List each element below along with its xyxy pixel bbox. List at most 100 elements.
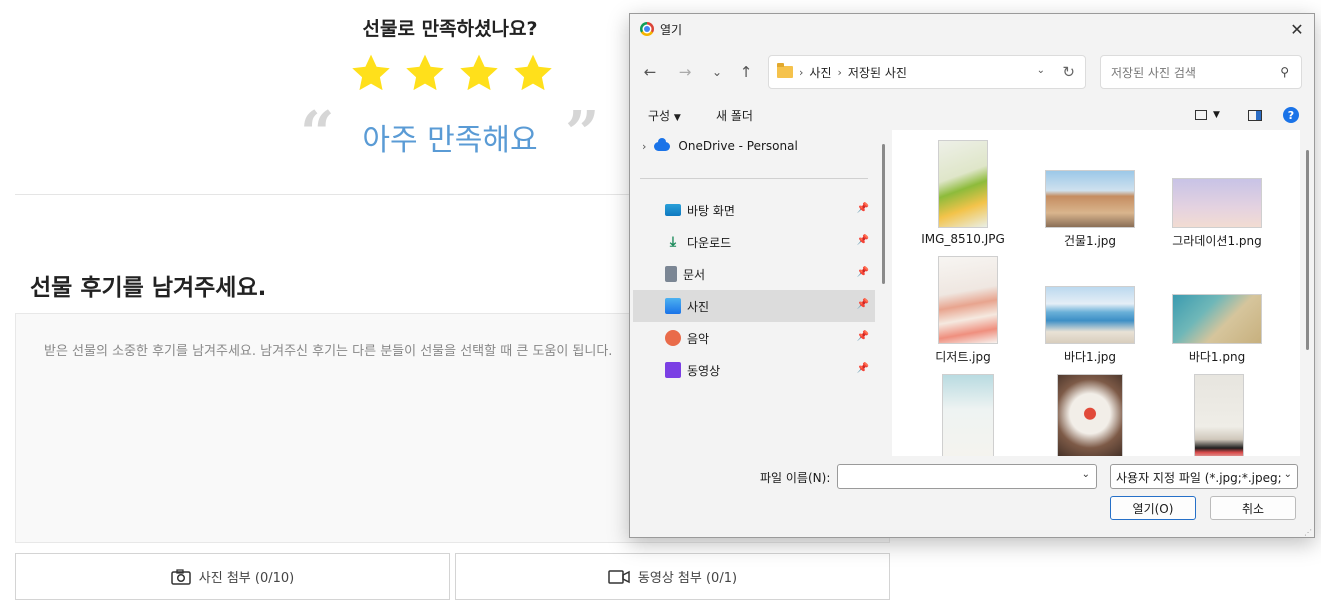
chevron-down-icon[interactable]: ⌄: [1082, 469, 1090, 480]
file-thumbnail: [1172, 178, 1262, 228]
view-options[interactable]: ▼: [1195, 107, 1220, 123]
sidebar-item-downloads[interactable]: ⤓ 다운로드 📌: [633, 226, 875, 258]
pin-icon[interactable]: 📌: [857, 267, 869, 278]
organize-label: 구성: [648, 109, 671, 123]
sidebar-item-music[interactable]: 음악 📌: [633, 322, 875, 354]
star-icon[interactable]: [458, 52, 500, 94]
download-icon: ⤓: [669, 234, 677, 250]
chevron-right-icon[interactable]: ›: [642, 140, 646, 153]
onedrive-label: OneDrive - Personal: [678, 139, 798, 153]
file-item[interactable]: [1154, 372, 1280, 456]
file-item[interactable]: [900, 372, 1026, 456]
sidebar-item-label: 바탕 화면: [687, 203, 735, 218]
file-item[interactable]: 바다1.jpg: [1027, 254, 1153, 374]
address-bar[interactable]: › 사진 › 저장된 사진 ⌄ ↻: [768, 55, 1086, 89]
view-icon: [1195, 110, 1207, 120]
filetype-value: 사용자 지정 파일 (*.jpg;*.jpeg;*: [1116, 471, 1288, 485]
file-thumbnail: [938, 140, 988, 228]
back-arrow-icon[interactable]: ←: [640, 62, 660, 82]
file-name: IMG_8510.JPG: [921, 232, 1005, 246]
search-placeholder: 저장된 사진 검색: [1111, 65, 1196, 80]
page: 선물로 만족하셨나요? “ 아주 만족해요 ” 선물 후기를 남겨주세요. 받은…: [0, 0, 1321, 606]
search-box[interactable]: 저장된 사진 검색 ⚲: [1100, 55, 1302, 89]
close-quote-icon: ”: [565, 99, 600, 169]
pin-icon[interactable]: 📌: [857, 235, 869, 246]
chrome-icon: [640, 22, 654, 36]
file-item[interactable]: 디저트.jpg: [900, 254, 1026, 374]
file-item[interactable]: 건물1.jpg: [1027, 138, 1153, 258]
pin-icon[interactable]: 📌: [857, 331, 869, 342]
sidebar-item-label: 사진: [687, 299, 710, 314]
section-title: 선물 후기를 남겨주세요.: [30, 275, 267, 301]
file-item[interactable]: IMG_8510.JPG: [900, 138, 1026, 258]
navigation-bar: ← → ⌄ ↑ › 사진 › 저장된 사진 ⌄ ↻ 저장된 사진 검색 ⚲: [630, 52, 1314, 92]
new-folder-button[interactable]: 새 폴더: [716, 107, 753, 124]
pin-icon[interactable]: 📌: [857, 203, 869, 214]
up-arrow-icon[interactable]: ↑: [736, 62, 756, 82]
folder-icon: [777, 63, 793, 78]
sidebar-item-documents[interactable]: 문서 📌: [633, 258, 875, 290]
file-thumbnail: [938, 256, 998, 344]
forward-arrow-icon[interactable]: →: [675, 62, 695, 82]
music-icon: [665, 330, 681, 346]
recent-locations-icon[interactable]: ⌄: [707, 62, 727, 82]
breadcrumb-item[interactable]: 저장된 사진: [848, 64, 907, 81]
video-icon: [665, 362, 681, 378]
navigation-pane: › OneDrive - Personal 바탕 화면 📌 ⤓ 다운로드 📌 문…: [630, 130, 878, 456]
preview-pane-button[interactable]: [1248, 107, 1262, 123]
organize-menu[interactable]: 구성 ▼: [648, 107, 681, 124]
file-open-dialog: 열기 ✕ ← → ⌄ ↑ › 사진 › 저장된 사진 ⌄ ↻ 저장된 사진 검색…: [629, 13, 1315, 538]
file-item[interactable]: [1027, 372, 1153, 456]
satisfaction-question: 선물로 만족하셨나요?: [362, 18, 538, 40]
pin-icon[interactable]: 📌: [857, 299, 869, 310]
breadcrumb-separator: ›: [799, 65, 804, 79]
file-item[interactable]: 바다1.png: [1154, 254, 1280, 374]
star-rating[interactable]: [350, 52, 554, 94]
resize-grip-icon[interactable]: ⋰: [1304, 528, 1312, 537]
dropdown-triangle-icon: ▼: [1213, 110, 1220, 120]
filename-label: 파일 이름(N):: [760, 471, 831, 485]
nav-pane-scrollbar[interactable]: [882, 144, 885, 284]
close-icon[interactable]: ✕: [1280, 14, 1314, 44]
divider: [15, 194, 630, 195]
dialog-titlebar[interactable]: 열기 ✕: [630, 14, 1314, 44]
filename-input[interactable]: ⌄: [837, 464, 1097, 489]
sidebar-item-label: 다운로드: [687, 235, 732, 250]
file-name: 건물1.jpg: [1063, 234, 1117, 248]
star-icon[interactable]: [512, 52, 554, 94]
onedrive-cloud-icon: [654, 137, 671, 151]
rating-text: 아주 만족해요: [362, 123, 538, 158]
file-thumbnail: [1057, 374, 1123, 456]
sidebar-item-videos[interactable]: 동영상 📌: [633, 354, 875, 386]
chevron-down-icon[interactable]: ⌄: [1281, 469, 1292, 480]
dialog-footer: 파일 이름(N): ⌄ 사용자 지정 파일 (*.jpg;*.jpeg;* ⌄ …: [630, 456, 1314, 537]
file-item[interactable]: 그라데이션1.png: [1154, 138, 1280, 258]
breadcrumb-separator: ›: [837, 65, 842, 79]
help-button[interactable]: ?: [1283, 107, 1299, 123]
file-list-scrollbar[interactable]: [1306, 150, 1309, 350]
cancel-button[interactable]: 취소: [1210, 496, 1296, 520]
sidebar-item-desktop[interactable]: 바탕 화면 📌: [633, 194, 875, 226]
refresh-icon[interactable]: ↻: [1062, 63, 1075, 81]
dialog-title: 열기: [660, 22, 683, 37]
sidebar-item-label: 음악: [687, 331, 710, 346]
attach-video-label: 동영상 첨부 (0/1): [637, 571, 738, 586]
star-icon[interactable]: [404, 52, 446, 94]
file-thumbnail: [1172, 294, 1262, 344]
pin-icon[interactable]: 📌: [857, 363, 869, 374]
sidebar-item-pictures[interactable]: 사진 📌: [633, 290, 875, 322]
document-icon: [665, 266, 677, 282]
onedrive-item[interactable]: › OneDrive - Personal: [642, 137, 798, 153]
open-button[interactable]: 열기(O): [1110, 496, 1196, 520]
file-thumbnail: [1045, 170, 1135, 228]
attach-photo-label: 사진 첨부 (0/10): [198, 571, 295, 586]
filetype-select[interactable]: 사용자 지정 파일 (*.jpg;*.jpeg;* ⌄: [1110, 464, 1298, 489]
attach-video-button[interactable]: 동영상 첨부 (0/1): [455, 553, 890, 600]
attach-photo-button[interactable]: 사진 첨부 (0/10): [15, 553, 450, 600]
chevron-down-icon[interactable]: ⌄: [1037, 65, 1045, 76]
breadcrumb-item[interactable]: 사진: [809, 64, 831, 81]
star-icon[interactable]: [350, 52, 392, 94]
preview-pane-icon: [1248, 109, 1262, 121]
command-bar: 구성 ▼ 새 폴더 ▼ ?: [630, 100, 1314, 130]
sidebar-item-label: 동영상: [687, 363, 721, 378]
